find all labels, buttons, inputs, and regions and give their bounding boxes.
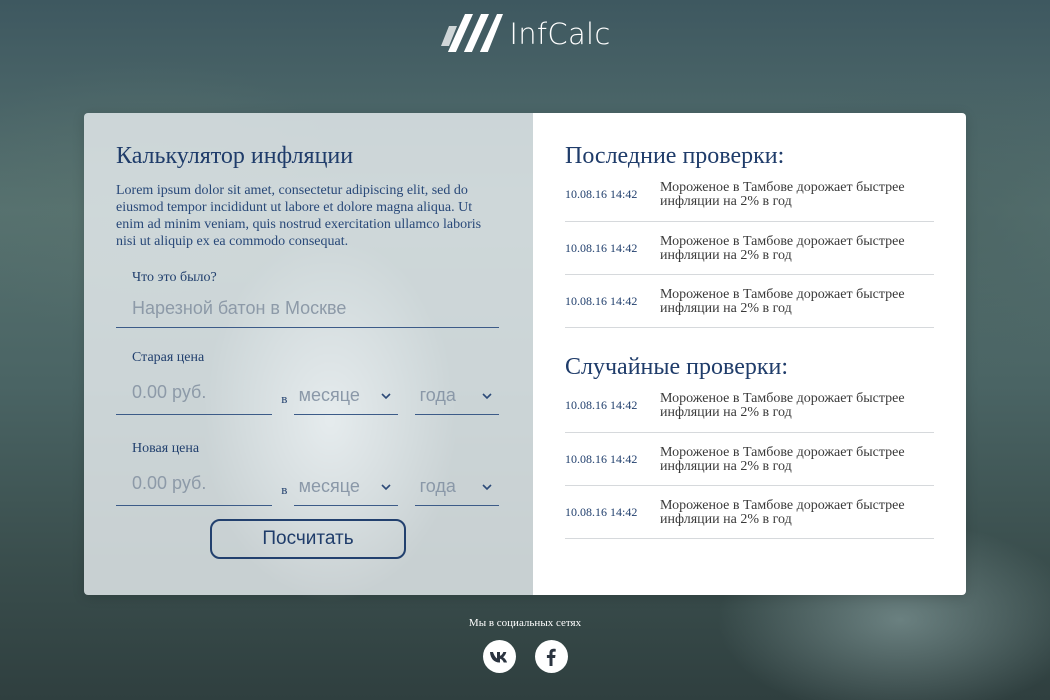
latest-checks-list: 10.08.16 14:42 Мороженое в Тамбове дорож… bbox=[565, 180, 934, 328]
old-year-value: года bbox=[419, 385, 456, 405]
calculate-button[interactable]: Посчитать bbox=[210, 519, 406, 559]
check-text: Мороженое в Тамбове дорожает быстрее инф… bbox=[660, 287, 905, 316]
chevron-down-icon bbox=[482, 392, 492, 399]
old-price-input[interactable] bbox=[116, 373, 272, 415]
old-month-select[interactable]: месяце bbox=[293, 377, 398, 415]
list-item[interactable]: 10.08.16 14:42 Мороженое в Тамбове дорож… bbox=[565, 275, 934, 328]
list-item[interactable]: 10.08.16 14:42 Мороженое в Тамбове дорож… bbox=[565, 433, 934, 486]
calculator-panel: Калькулятор инфляции Lorem ipsum dolor s… bbox=[84, 113, 533, 595]
logo[interactable]: InfCalc bbox=[0, 8, 1050, 52]
calculator-description: Lorem ipsum dolor sit amet, consectetur … bbox=[116, 183, 482, 249]
main-card: Калькулятор инфляции Lorem ipsum dolor s… bbox=[84, 113, 966, 595]
item-label: Что это было? bbox=[132, 270, 217, 285]
check-text: Мороженое в Тамбове дорожает быстрее инф… bbox=[660, 445, 905, 474]
social-links bbox=[0, 640, 1050, 673]
random-checks-list: 10.08.16 14:42 Мороженое в Тамбове дорож… bbox=[565, 391, 934, 539]
random-checks-title: Случайные проверки: bbox=[565, 354, 789, 380]
check-date: 10.08.16 14:42 bbox=[565, 505, 638, 519]
check-text: Мороженое в Тамбове дорожает быстрее инф… bbox=[660, 180, 905, 209]
facebook-icon bbox=[546, 648, 556, 666]
logo-text: InfCalc bbox=[509, 17, 611, 51]
checks-panel: Последние проверки: 10.08.16 14:42 Морож… bbox=[533, 113, 966, 595]
old-price-in-word: в bbox=[281, 391, 288, 406]
check-text: Мороженое в Тамбове дорожает быстрее инф… bbox=[660, 391, 905, 420]
chevron-down-icon bbox=[381, 392, 391, 399]
calculator-title: Калькулятор инфляции bbox=[116, 143, 354, 169]
list-item[interactable]: 10.08.16 14:42 Мороженое в Тамбове дорож… bbox=[565, 222, 934, 275]
check-date: 10.08.16 14:42 bbox=[565, 241, 638, 255]
new-price-row: в месяце года bbox=[116, 461, 499, 506]
check-text: Мороженое в Тамбове дорожает быстрее инф… bbox=[660, 498, 905, 527]
old-month-value: месяце bbox=[298, 385, 360, 405]
new-price-in-word: в bbox=[281, 482, 288, 497]
social-label: Мы в социальных сетях bbox=[468, 617, 582, 629]
latest-checks-title: Последние проверки: bbox=[565, 143, 785, 169]
new-year-select[interactable]: года bbox=[414, 468, 499, 506]
new-price-label: Новая цена bbox=[132, 441, 200, 456]
item-input[interactable] bbox=[116, 290, 499, 328]
old-price-row: в месяце года bbox=[116, 370, 499, 415]
logo-mark-icon bbox=[441, 14, 504, 52]
list-item[interactable]: 10.08.16 14:42 Мороженое в Тамбове дорож… bbox=[565, 180, 934, 222]
new-month-select[interactable]: месяце bbox=[293, 468, 398, 506]
check-date: 10.08.16 14:42 bbox=[565, 452, 638, 466]
check-text: Мороженое в Тамбове дорожает быстрее инф… bbox=[660, 234, 905, 263]
facebook-button[interactable] bbox=[534, 640, 568, 673]
new-month-value: месяце bbox=[298, 476, 360, 496]
check-date: 10.08.16 14:42 bbox=[565, 187, 638, 201]
old-price-label: Старая цена bbox=[132, 350, 205, 365]
list-item[interactable]: 10.08.16 14:42 Мороженое в Тамбове дорож… bbox=[565, 391, 934, 433]
vk-button[interactable] bbox=[482, 640, 516, 673]
new-year-value: года bbox=[419, 476, 456, 496]
vk-icon bbox=[490, 651, 507, 662]
list-item[interactable]: 10.08.16 14:42 Мороженое в Тамбове дорож… bbox=[565, 486, 934, 539]
check-date: 10.08.16 14:42 bbox=[565, 398, 638, 412]
old-year-select[interactable]: года bbox=[414, 377, 499, 415]
check-date: 10.08.16 14:42 bbox=[565, 294, 638, 308]
chevron-down-icon bbox=[381, 483, 391, 490]
new-price-input[interactable] bbox=[116, 464, 272, 506]
chevron-down-icon bbox=[482, 483, 492, 490]
